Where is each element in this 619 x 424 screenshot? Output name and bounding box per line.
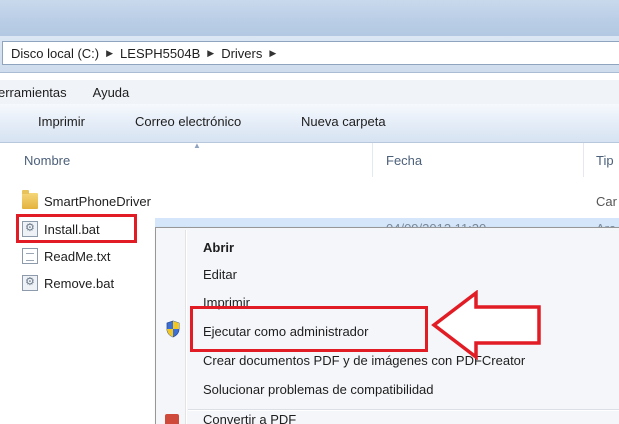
column-date[interactable]: Fecha bbox=[386, 153, 422, 168]
address-bar: Disco local (C:) ▶ LESPH5504B ▶ Drivers ▶ bbox=[0, 36, 619, 73]
column-header: Nombre ▲ Fecha Tip bbox=[0, 141, 619, 177]
sort-ascending-icon: ▲ bbox=[193, 141, 201, 150]
menu-item-compatibility[interactable]: Solucionar problemas de compatibilidad bbox=[203, 378, 434, 400]
breadcrumb-item-drivers[interactable]: Drivers ▶ bbox=[221, 46, 283, 61]
column-name[interactable]: Nombre bbox=[24, 153, 70, 168]
menu-divider bbox=[188, 409, 619, 411]
menu-item-convert-pdf[interactable]: Convertir a PDF bbox=[203, 412, 296, 424]
file-row[interactable]: ReadMe.txt bbox=[22, 245, 110, 267]
menu-ayuda[interactable]: Ayuda bbox=[93, 85, 130, 100]
menu-item-edit[interactable]: Editar bbox=[203, 263, 237, 285]
chevron-right-icon[interactable]: ▶ bbox=[106, 48, 113, 59]
column-type[interactable]: Tip bbox=[596, 153, 614, 168]
new-folder-button[interactable]: Nueva carpeta bbox=[301, 114, 386, 129]
column-divider[interactable] bbox=[583, 143, 584, 177]
print-button[interactable]: Imprimir bbox=[38, 114, 85, 129]
chevron-right-icon[interactable]: ▶ bbox=[207, 48, 214, 59]
folder-icon bbox=[22, 190, 38, 209]
menu-item-open[interactable]: Abrir bbox=[203, 236, 234, 258]
email-button[interactable]: Correo electrónico bbox=[135, 114, 241, 129]
highlight-box bbox=[190, 306, 428, 352]
arrow-left-icon bbox=[431, 290, 541, 360]
command-bar: Imprimir Correo electrónico Nueva carpet… bbox=[0, 104, 619, 143]
batch-file-icon bbox=[22, 275, 38, 291]
menu-herramientas[interactable]: erramientas bbox=[0, 85, 67, 100]
highlight-box bbox=[16, 214, 137, 243]
text-file-icon bbox=[22, 248, 38, 264]
file-row[interactable]: SmartPhoneDriver bbox=[22, 190, 151, 212]
breadcrumb-item-lesph[interactable]: LESPH5504B ▶ bbox=[120, 46, 221, 61]
breadcrumb-item-disk[interactable]: Disco local (C:) ▶ bbox=[11, 46, 120, 61]
breadcrumb[interactable]: Disco local (C:) ▶ LESPH5504B ▶ Drivers ▶ bbox=[2, 41, 619, 65]
file-row[interactable]: Remove.bat bbox=[22, 272, 114, 294]
window-title-bar bbox=[0, 0, 619, 36]
uac-shield-icon bbox=[166, 320, 180, 338]
menu-bar: erramientas Ayuda bbox=[0, 80, 619, 105]
column-divider[interactable] bbox=[372, 143, 373, 177]
chevron-right-icon[interactable]: ▶ bbox=[269, 48, 276, 59]
file-type: Car bbox=[596, 194, 617, 209]
